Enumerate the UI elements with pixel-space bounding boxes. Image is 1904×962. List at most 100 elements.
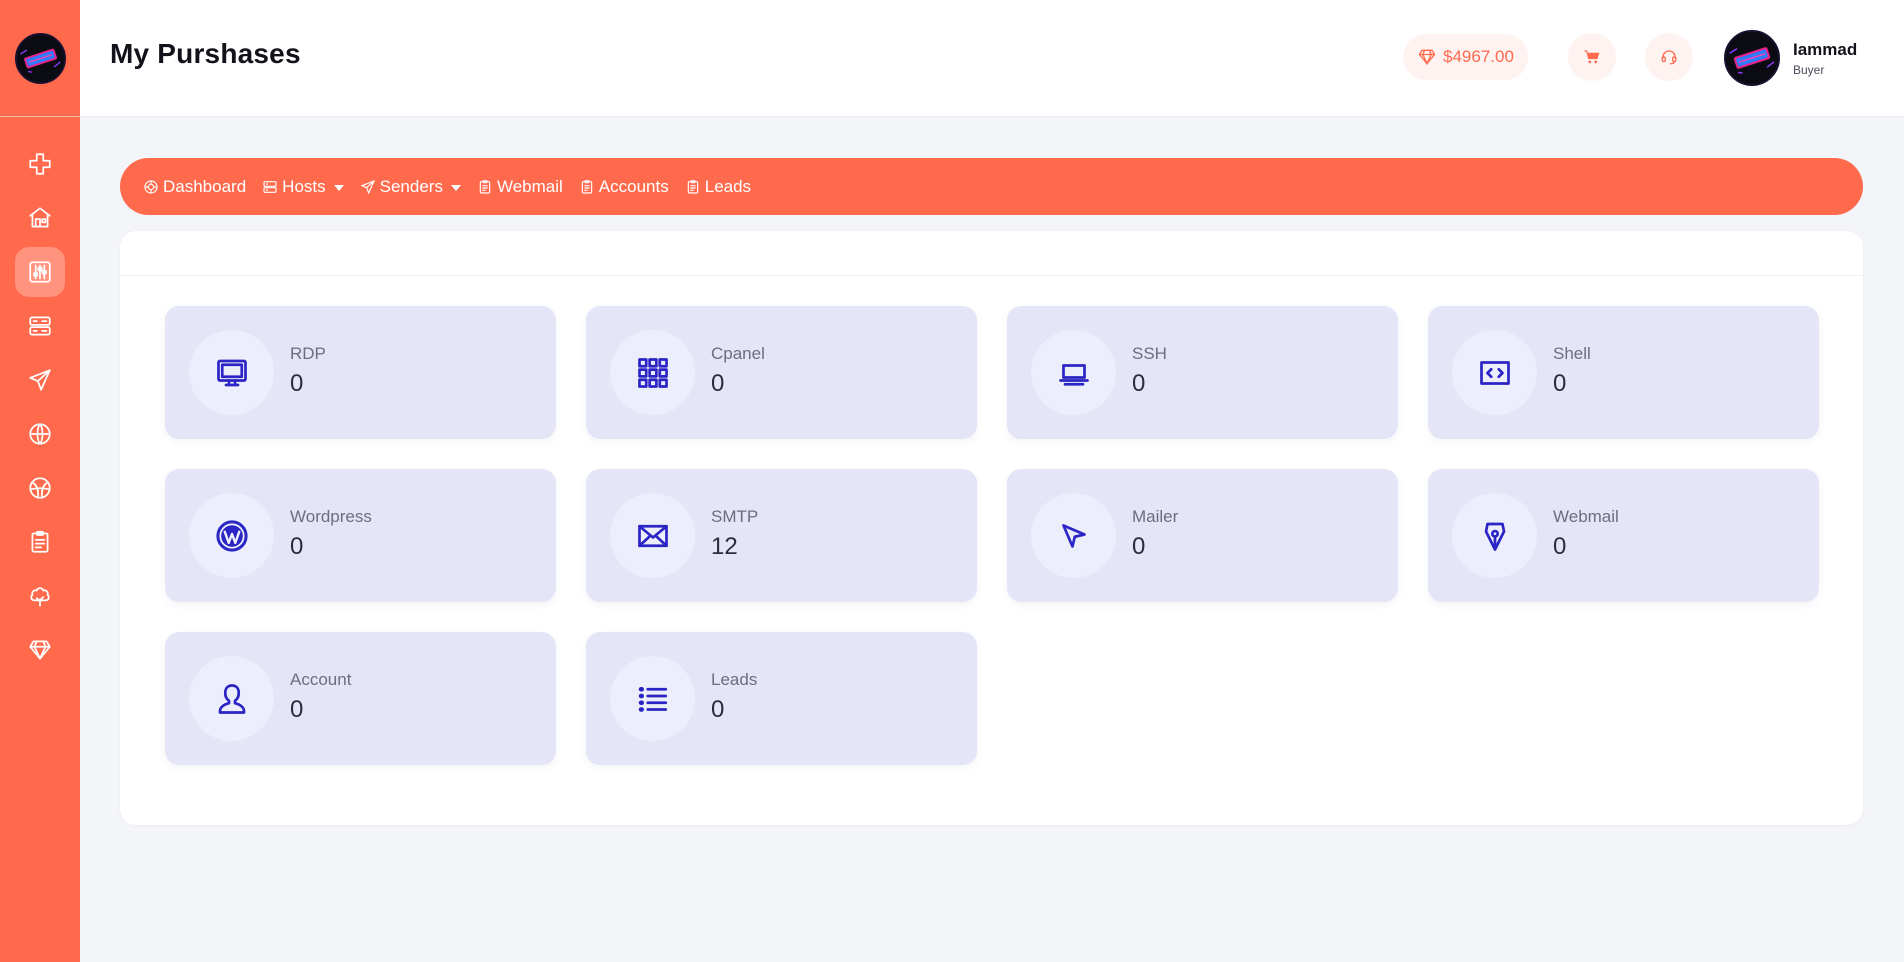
stat-icon-wrap <box>189 493 274 578</box>
page-title: My Purshases <box>110 38 301 69</box>
stat-value: 0 <box>290 696 304 723</box>
clipboard-icon <box>31 530 49 553</box>
stat-label: SSH <box>1132 344 1167 363</box>
nav-label: Accounts <box>598 176 669 196</box>
balance-amount: $4967.00 <box>1443 47 1514 66</box>
sidebar-item-hosts[interactable] <box>15 301 65 351</box>
nav-hosts[interactable]: Hosts <box>262 176 344 197</box>
nav-label: Leads <box>704 176 752 196</box>
sidebar-item-web[interactable] <box>15 409 65 459</box>
user-name: Iammad <box>1793 40 1858 59</box>
stat-label: Shell <box>1553 344 1591 363</box>
stat-icon-wrap <box>1452 330 1537 415</box>
laptop-icon <box>1058 363 1089 386</box>
nav-leads[interactable]: Leads <box>685 177 751 197</box>
mail-icon <box>637 524 668 547</box>
diamond-icon <box>29 640 51 660</box>
stat-icon-wrap <box>1452 493 1537 578</box>
sidebar-item-add[interactable] <box>15 139 65 189</box>
globe-alt-icon <box>29 477 51 499</box>
nav-dashboard[interactable]: Dashboard <box>143 177 246 197</box>
stat-card-shell[interactable]: Shell 0 <box>1428 306 1819 439</box>
stat-value: 12 <box>711 533 738 560</box>
cart-button[interactable] <box>1568 33 1616 81</box>
plus-icon <box>29 153 51 175</box>
stat-card-leads[interactable]: Leads 0 <box>586 632 977 765</box>
clipboard-icon <box>581 179 593 194</box>
sidebar-item-accounts[interactable] <box>15 517 65 567</box>
stat-value: 0 <box>711 696 725 723</box>
support-button[interactable] <box>1645 33 1693 81</box>
stat-value: 0 <box>1132 533 1146 560</box>
stat-card-account[interactable]: Account 0 <box>165 632 556 765</box>
stat-card-webmail[interactable]: Webmail 0 <box>1428 469 1819 602</box>
sidebar-item-network[interactable] <box>15 463 65 513</box>
headset-icon <box>1661 50 1677 65</box>
sidebar-item-store[interactable] <box>15 193 65 243</box>
stat-label: Leads <box>711 670 758 689</box>
balance-badge[interactable]: $4967.00 <box>1403 34 1528 80</box>
sidebar-item-leads[interactable] <box>15 571 65 621</box>
stat-icon-wrap <box>610 656 695 741</box>
chevron-down-icon <box>333 184 344 191</box>
nav-label: Hosts <box>282 176 326 196</box>
stat-icon-wrap <box>1031 493 1116 578</box>
side-nav <box>0 117 80 679</box>
stat-card-smtp[interactable]: SMTP 12 <box>586 469 977 602</box>
avatar[interactable] <box>1724 30 1780 86</box>
chevron-down-icon <box>450 184 461 191</box>
globe-icon <box>29 423 51 445</box>
store-icon <box>29 207 51 228</box>
send-icon <box>360 179 375 194</box>
wordpress-icon <box>215 519 248 552</box>
top-header: My Purshases $4967.00 Iammad Buyer <box>80 0 1904 117</box>
nav-label: Webmail <box>496 176 563 196</box>
monitor-icon <box>216 359 247 386</box>
stat-label: RDP <box>290 344 326 363</box>
tree-icon <box>30 587 50 607</box>
clipboard-icon <box>479 179 491 194</box>
stat-label: Cpanel <box>711 344 765 363</box>
sidebar-item-purchases[interactable] <box>15 247 65 297</box>
stat-card-rdp[interactable]: RDP 0 <box>165 306 556 439</box>
server-icon <box>29 316 51 336</box>
send-icon <box>29 369 51 391</box>
cursor-icon <box>1061 523 1086 548</box>
stat-value: 0 <box>1132 370 1146 397</box>
stat-icon-wrap <box>189 656 274 741</box>
nav-webmail[interactable]: Webmail <box>477 177 563 197</box>
pen-nib-icon <box>1484 522 1505 551</box>
stat-icon-wrap <box>189 330 274 415</box>
sidebar-logo-area <box>0 0 80 117</box>
clipboard-icon <box>687 179 698 194</box>
user-icon <box>218 683 245 714</box>
stat-value: 0 <box>1553 370 1567 397</box>
nav-senders[interactable]: Senders <box>360 177 461 197</box>
stat-icon-wrap <box>1031 330 1116 415</box>
stat-label: Mailer <box>1132 507 1179 526</box>
stat-icon-wrap <box>610 330 695 415</box>
stat-card-cpanel[interactable]: Cpanel 0 <box>586 306 977 439</box>
user-role: Buyer <box>1793 63 1825 77</box>
sidebar <box>0 0 80 962</box>
stat-card-wordpress[interactable]: Wordpress 0 <box>165 469 556 602</box>
panel-divider <box>120 275 1863 276</box>
sliders-icon <box>29 261 51 283</box>
server-icon <box>263 180 277 193</box>
stat-label: Wordpress <box>290 507 372 526</box>
sidebar-item-premium[interactable] <box>15 625 65 675</box>
nav-label: Senders <box>379 176 443 196</box>
stat-card-ssh[interactable]: SSH 0 <box>1007 306 1398 439</box>
stat-card-mailer[interactable]: Mailer 0 <box>1007 469 1398 602</box>
cart-icon <box>1584 50 1600 64</box>
nav-label: Dashboard <box>163 176 247 196</box>
stat-label: Account <box>290 670 352 689</box>
nav-accounts[interactable]: Accounts <box>579 177 669 197</box>
sidebar-item-senders[interactable] <box>15 355 65 405</box>
stat-value: 0 <box>290 533 304 560</box>
list-icon <box>638 686 667 712</box>
brand-logo[interactable] <box>14 32 66 84</box>
stat-value: 0 <box>1553 533 1567 560</box>
stat-value: 0 <box>290 370 304 397</box>
stat-icon-wrap <box>610 493 695 578</box>
